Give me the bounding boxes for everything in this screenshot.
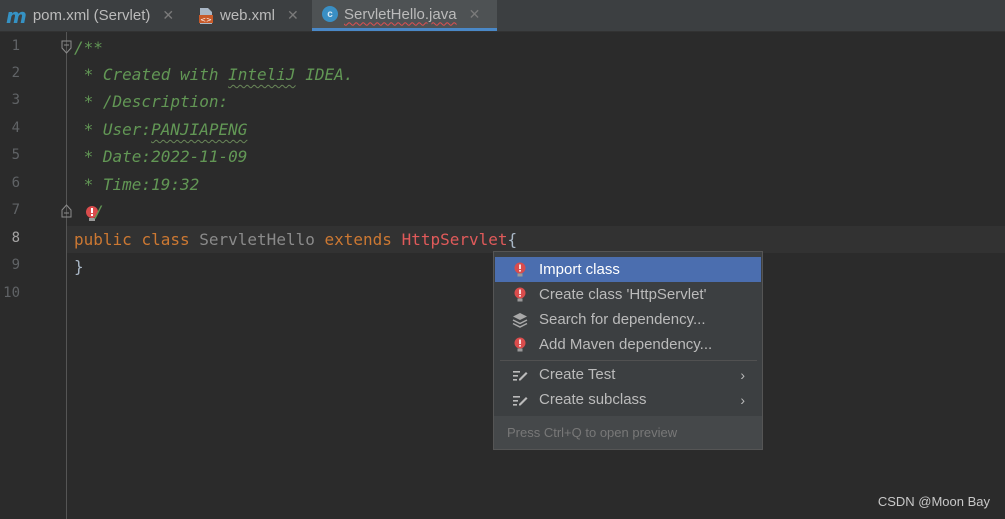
tab-servlethello-java[interactable]: c ServletHello.java ✕ bbox=[312, 0, 497, 31]
popup-item-create-test[interactable]: Create Test › bbox=[495, 362, 761, 387]
maven-icon: m bbox=[6, 3, 27, 28]
comment-typo: InteliJ bbox=[228, 65, 296, 84]
popup-item-label: Create Test bbox=[539, 366, 616, 383]
tab-label: pom.xml (Servlet) bbox=[32, 7, 151, 24]
line-number: 1 bbox=[11, 38, 20, 54]
keyword: extends bbox=[324, 230, 392, 249]
popup-item-label: Create subclass bbox=[539, 391, 647, 408]
popup-item-search-dependency[interactable]: Search for dependency... bbox=[495, 307, 761, 332]
keyword: class bbox=[141, 230, 190, 249]
comment: * Created with bbox=[74, 65, 229, 84]
line-number: 6 bbox=[11, 175, 20, 191]
code-line-4[interactable]: * User:PANJIAPENG bbox=[74, 116, 248, 143]
code-line-5[interactable]: * Date:2022-11-09 bbox=[74, 143, 248, 170]
fold-open-icon[interactable] bbox=[61, 40, 72, 59]
watermark: CSDN @Moon Bay bbox=[877, 494, 990, 509]
code-line-6[interactable]: * Time:19:32 bbox=[74, 171, 200, 198]
java-class-icon: c bbox=[322, 6, 338, 22]
tab-pom-xml[interactable]: m pom.xml (Servlet) ✕ bbox=[6, 0, 186, 31]
popup-item-create-subclass[interactable]: Create subclass › bbox=[495, 387, 761, 412]
code-line-1[interactable]: /** bbox=[74, 34, 103, 61]
code-line-8[interactable]: public class ServletHello extends HttpSe… bbox=[74, 226, 517, 253]
popup-footer-hint: Press Ctrl+Q to open preview bbox=[494, 416, 762, 449]
fold-close-icon[interactable] bbox=[61, 204, 72, 223]
tab-label: web.xml bbox=[220, 7, 276, 24]
red-bulb-icon bbox=[511, 286, 529, 304]
popup-item-label: Create class 'HttpServlet' bbox=[539, 286, 707, 303]
comment: * Date:2022-11-09 bbox=[74, 147, 248, 166]
close-icon[interactable]: ✕ bbox=[287, 7, 299, 24]
popup-item-add-maven-dependency[interactable]: Add Maven dependency... bbox=[495, 332, 761, 357]
keyword: public bbox=[74, 230, 132, 249]
comment: / bbox=[94, 202, 104, 221]
line-number: 10 bbox=[3, 285, 20, 301]
popup-separator bbox=[500, 360, 757, 361]
comment: * /Description: bbox=[74, 92, 229, 111]
intention-actions-popup: Import class Create class 'HttpServlet' … bbox=[493, 251, 763, 450]
popup-item-label: Import class bbox=[539, 261, 620, 278]
xml-file-icon: <> bbox=[198, 7, 214, 25]
code-line-2[interactable]: * Created with InteliJ IDEA. bbox=[74, 61, 354, 88]
red-bulb-icon bbox=[511, 261, 529, 279]
popup-item-label: Search for dependency... bbox=[539, 311, 706, 328]
svg-text:<>: <> bbox=[200, 16, 212, 24]
line-number: 2 bbox=[11, 65, 20, 81]
tab-label: ServletHello.java bbox=[344, 5, 457, 23]
close-icon[interactable]: ✕ bbox=[469, 6, 481, 23]
red-bulb-icon bbox=[511, 336, 529, 354]
popup-item-import-class[interactable]: Import class bbox=[495, 257, 761, 282]
comment-typo: PANJIAPENG bbox=[151, 120, 248, 139]
line-number-gutter: 1 2 3 4 5 6 7 8 9 10 bbox=[0, 32, 72, 519]
popup-item-label: Add Maven dependency... bbox=[539, 336, 713, 353]
edit-intention-icon bbox=[511, 366, 529, 384]
comment: * User: bbox=[74, 120, 152, 139]
chevron-right-icon: › bbox=[740, 366, 745, 383]
edit-intention-icon bbox=[511, 391, 529, 409]
layers-icon bbox=[511, 311, 529, 329]
comment: IDEA. bbox=[295, 65, 354, 84]
line-number: 9 bbox=[11, 257, 20, 273]
code-line-9[interactable]: } bbox=[74, 253, 84, 280]
comment: * Time:19:32 bbox=[74, 175, 200, 194]
line-number: 3 bbox=[11, 92, 20, 108]
close-icon[interactable]: ✕ bbox=[162, 7, 174, 24]
code-line-7[interactable]: / bbox=[94, 198, 104, 225]
line-number: 5 bbox=[11, 147, 20, 163]
line-number: 8 bbox=[11, 230, 20, 246]
line-number: 7 bbox=[11, 202, 20, 218]
chevron-right-icon: › bbox=[740, 391, 745, 408]
comment: /** bbox=[74, 38, 103, 57]
brace: } bbox=[74, 257, 84, 276]
tab-web-xml[interactable]: <> web.xml ✕ bbox=[198, 0, 308, 31]
line-number: 4 bbox=[11, 120, 20, 136]
class-name: ServletHello bbox=[199, 230, 315, 249]
popup-item-create-class[interactable]: Create class 'HttpServlet' bbox=[495, 282, 761, 307]
editor-tab-bar: m pom.xml (Servlet) ✕ <> web.xml ✕ c Ser… bbox=[0, 0, 1005, 32]
brace: { bbox=[507, 230, 518, 249]
code-line-3[interactable]: * /Description: bbox=[74, 88, 229, 115]
unresolved-symbol[interactable]: HttpServlet bbox=[402, 230, 508, 249]
